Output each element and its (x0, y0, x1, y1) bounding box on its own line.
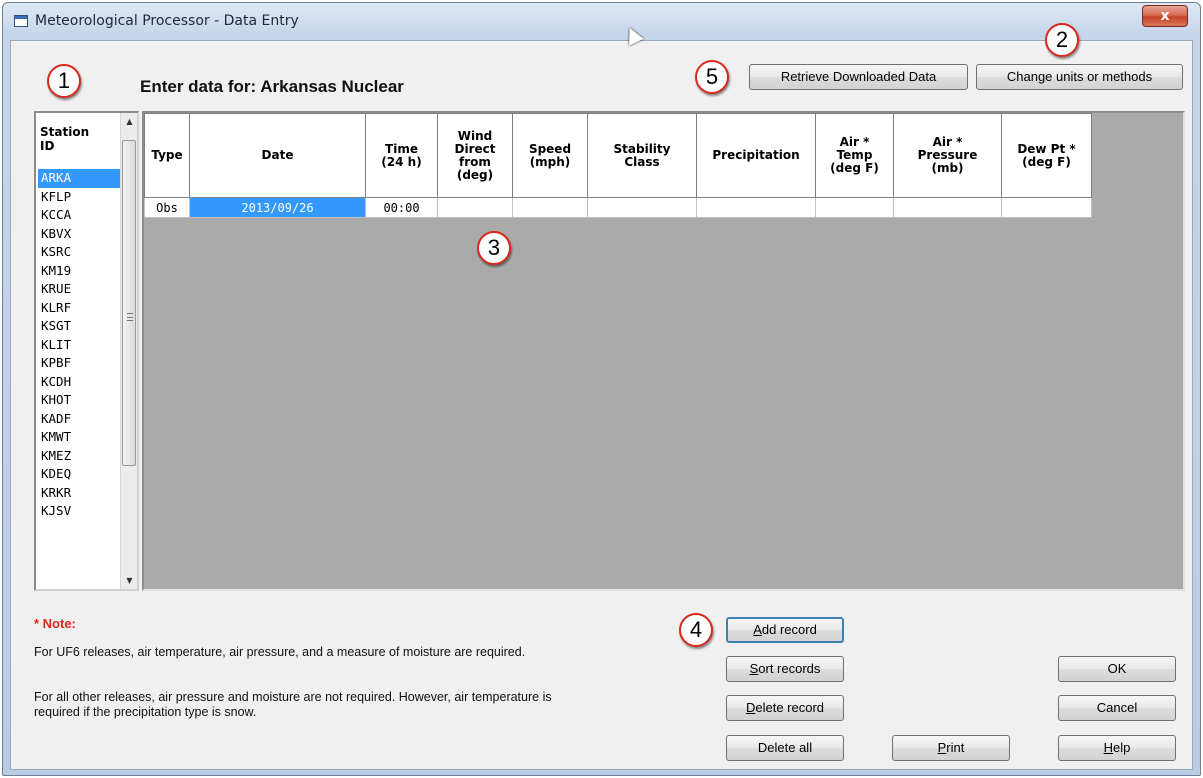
station-item[interactable]: KDEQ (38, 465, 120, 484)
delete-all-button[interactable]: Delete all (726, 735, 844, 761)
station-id-header: Station ID (40, 125, 90, 153)
station-item[interactable]: KMWT (38, 428, 120, 447)
grid-cell[interactable]: 2013/09/26 (189, 197, 366, 218)
station-item[interactable]: KLIT (38, 336, 120, 355)
change-units-button[interactable]: Change units or methods (976, 64, 1183, 90)
sort-records-label: ort records (758, 661, 821, 676)
station-item[interactable]: KSGT (38, 317, 120, 336)
callout-1: 1 (47, 64, 81, 98)
station-item[interactable]: KCDH (38, 373, 120, 392)
grid-column-header[interactable]: Speed (mph) (512, 113, 588, 198)
close-icon: x (1160, 8, 1170, 24)
data-grid: Type Date Time (24 h) Wind Direct from (deg… (144, 113, 1092, 218)
station-item[interactable]: KRUE (38, 280, 120, 299)
scroll-thumb[interactable] (122, 140, 136, 466)
grid-column-header[interactable]: Type (144, 113, 190, 198)
grid-column-header[interactable]: Air * Temp (deg F) (815, 113, 894, 198)
table-row[interactable]: Obs 2013/09/26 00:00 (144, 197, 1092, 218)
grid-column-header[interactable]: Date (189, 113, 366, 198)
retrieve-downloaded-data-button[interactable]: Retrieve Downloaded Data (749, 64, 968, 90)
scroll-up-arrow-icon[interactable]: ▲ (121, 113, 137, 130)
station-item[interactable]: KSRC (38, 243, 120, 262)
client-area: Enter data for: Arkansas Nuclear Retriev… (10, 23, 1193, 770)
station-item[interactable]: KJSV (38, 502, 120, 521)
add-record-label: dd record (761, 622, 817, 637)
station-item[interactable]: KADF (38, 410, 120, 429)
app-window: Meteorological Processor - Data Entry x … (2, 2, 1201, 776)
sort-records-button[interactable]: Sort records (726, 656, 844, 682)
note-title: * Note: (34, 616, 76, 631)
grid-cell[interactable] (696, 197, 816, 218)
callout-4: 4 (679, 613, 713, 647)
cancel-button[interactable]: Cancel (1058, 695, 1176, 721)
grid-cell[interactable] (512, 197, 588, 218)
note-other-text: For all other releases, air pressure and… (34, 690, 552, 719)
help-button[interactable]: Help (1058, 735, 1176, 761)
add-record-button[interactable]: Add record (726, 617, 844, 643)
grid-column-header[interactable]: Time (24 h) (365, 113, 438, 198)
station-item[interactable]: KM19 (38, 262, 120, 281)
grid-cell[interactable]: Obs (144, 197, 190, 218)
grid-column-header[interactable]: Dew Pt * (deg F) (1001, 113, 1092, 198)
data-grid-area[interactable]: Type Date Time (24 h) Wind Direct from (deg… (142, 111, 1185, 591)
help-label: elp (1113, 740, 1131, 755)
callout-3: 3 (477, 231, 511, 265)
close-button[interactable]: x (1142, 5, 1188, 27)
callout-5: 5 (695, 60, 729, 94)
grid-column-header[interactable]: Air * Pressure (mb) (893, 113, 1002, 198)
station-items: ARKA KFLP KCCA KBVX KSRC KM19 KRUE KLRF KSGT KLIT… (38, 169, 120, 521)
note-uf6-text: For UF6 releases, air temperature, air p… (34, 645, 526, 659)
grid-cell[interactable] (893, 197, 1002, 218)
delete-record-label: elete record (755, 700, 825, 715)
grip-icon (127, 313, 133, 321)
station-item[interactable]: KCCA (38, 206, 120, 225)
station-scrollbar[interactable]: ▲ ▼ (120, 113, 137, 589)
station-id-list[interactable]: Station ID ARKA KFLP KCCA KBVX KSRC KM19 KRUE K… (34, 111, 139, 591)
enter-data-label: Enter data for: Arkansas Nuclear (140, 77, 404, 96)
station-item[interactable]: ARKA (38, 169, 120, 188)
grid-cell[interactable] (815, 197, 894, 218)
window-title: Meteorological Processor - Data Entry (35, 13, 299, 29)
title-bar[interactable]: Meteorological Processor - Data Entry x (3, 3, 1200, 39)
grid-column-header[interactable]: Wind Direct from (deg) (437, 113, 513, 198)
grid-cell[interactable] (1001, 197, 1092, 218)
delete-record-button[interactable]: Delete record (726, 695, 844, 721)
station-item[interactable]: KMEZ (38, 447, 120, 466)
station-item[interactable]: KBVX (38, 225, 120, 244)
callout-2: 2 (1045, 23, 1079, 57)
print-label: rint (946, 740, 965, 755)
grid-cell[interactable]: 00:00 (365, 197, 438, 218)
grid-column-header[interactable]: Stability Class (587, 113, 697, 198)
print-button[interactable]: Print (892, 735, 1010, 761)
station-item[interactable]: KFLP (38, 188, 120, 207)
station-item[interactable]: KRKR (38, 484, 120, 503)
grid-column-header[interactable]: Precipitation (696, 113, 816, 198)
scroll-down-arrow-icon[interactable]: ▼ (121, 572, 137, 589)
station-item[interactable]: KLRF (38, 299, 120, 318)
grid-cell[interactable] (587, 197, 697, 218)
grid-header-row: Type Date Time (24 h) Wind Direct from (deg… (144, 113, 1092, 198)
station-item[interactable]: KHOT (38, 391, 120, 410)
ok-button[interactable]: OK (1058, 656, 1176, 682)
station-item[interactable]: KPBF (38, 354, 120, 373)
window-app-icon (14, 15, 28, 27)
grid-cell[interactable] (437, 197, 513, 218)
